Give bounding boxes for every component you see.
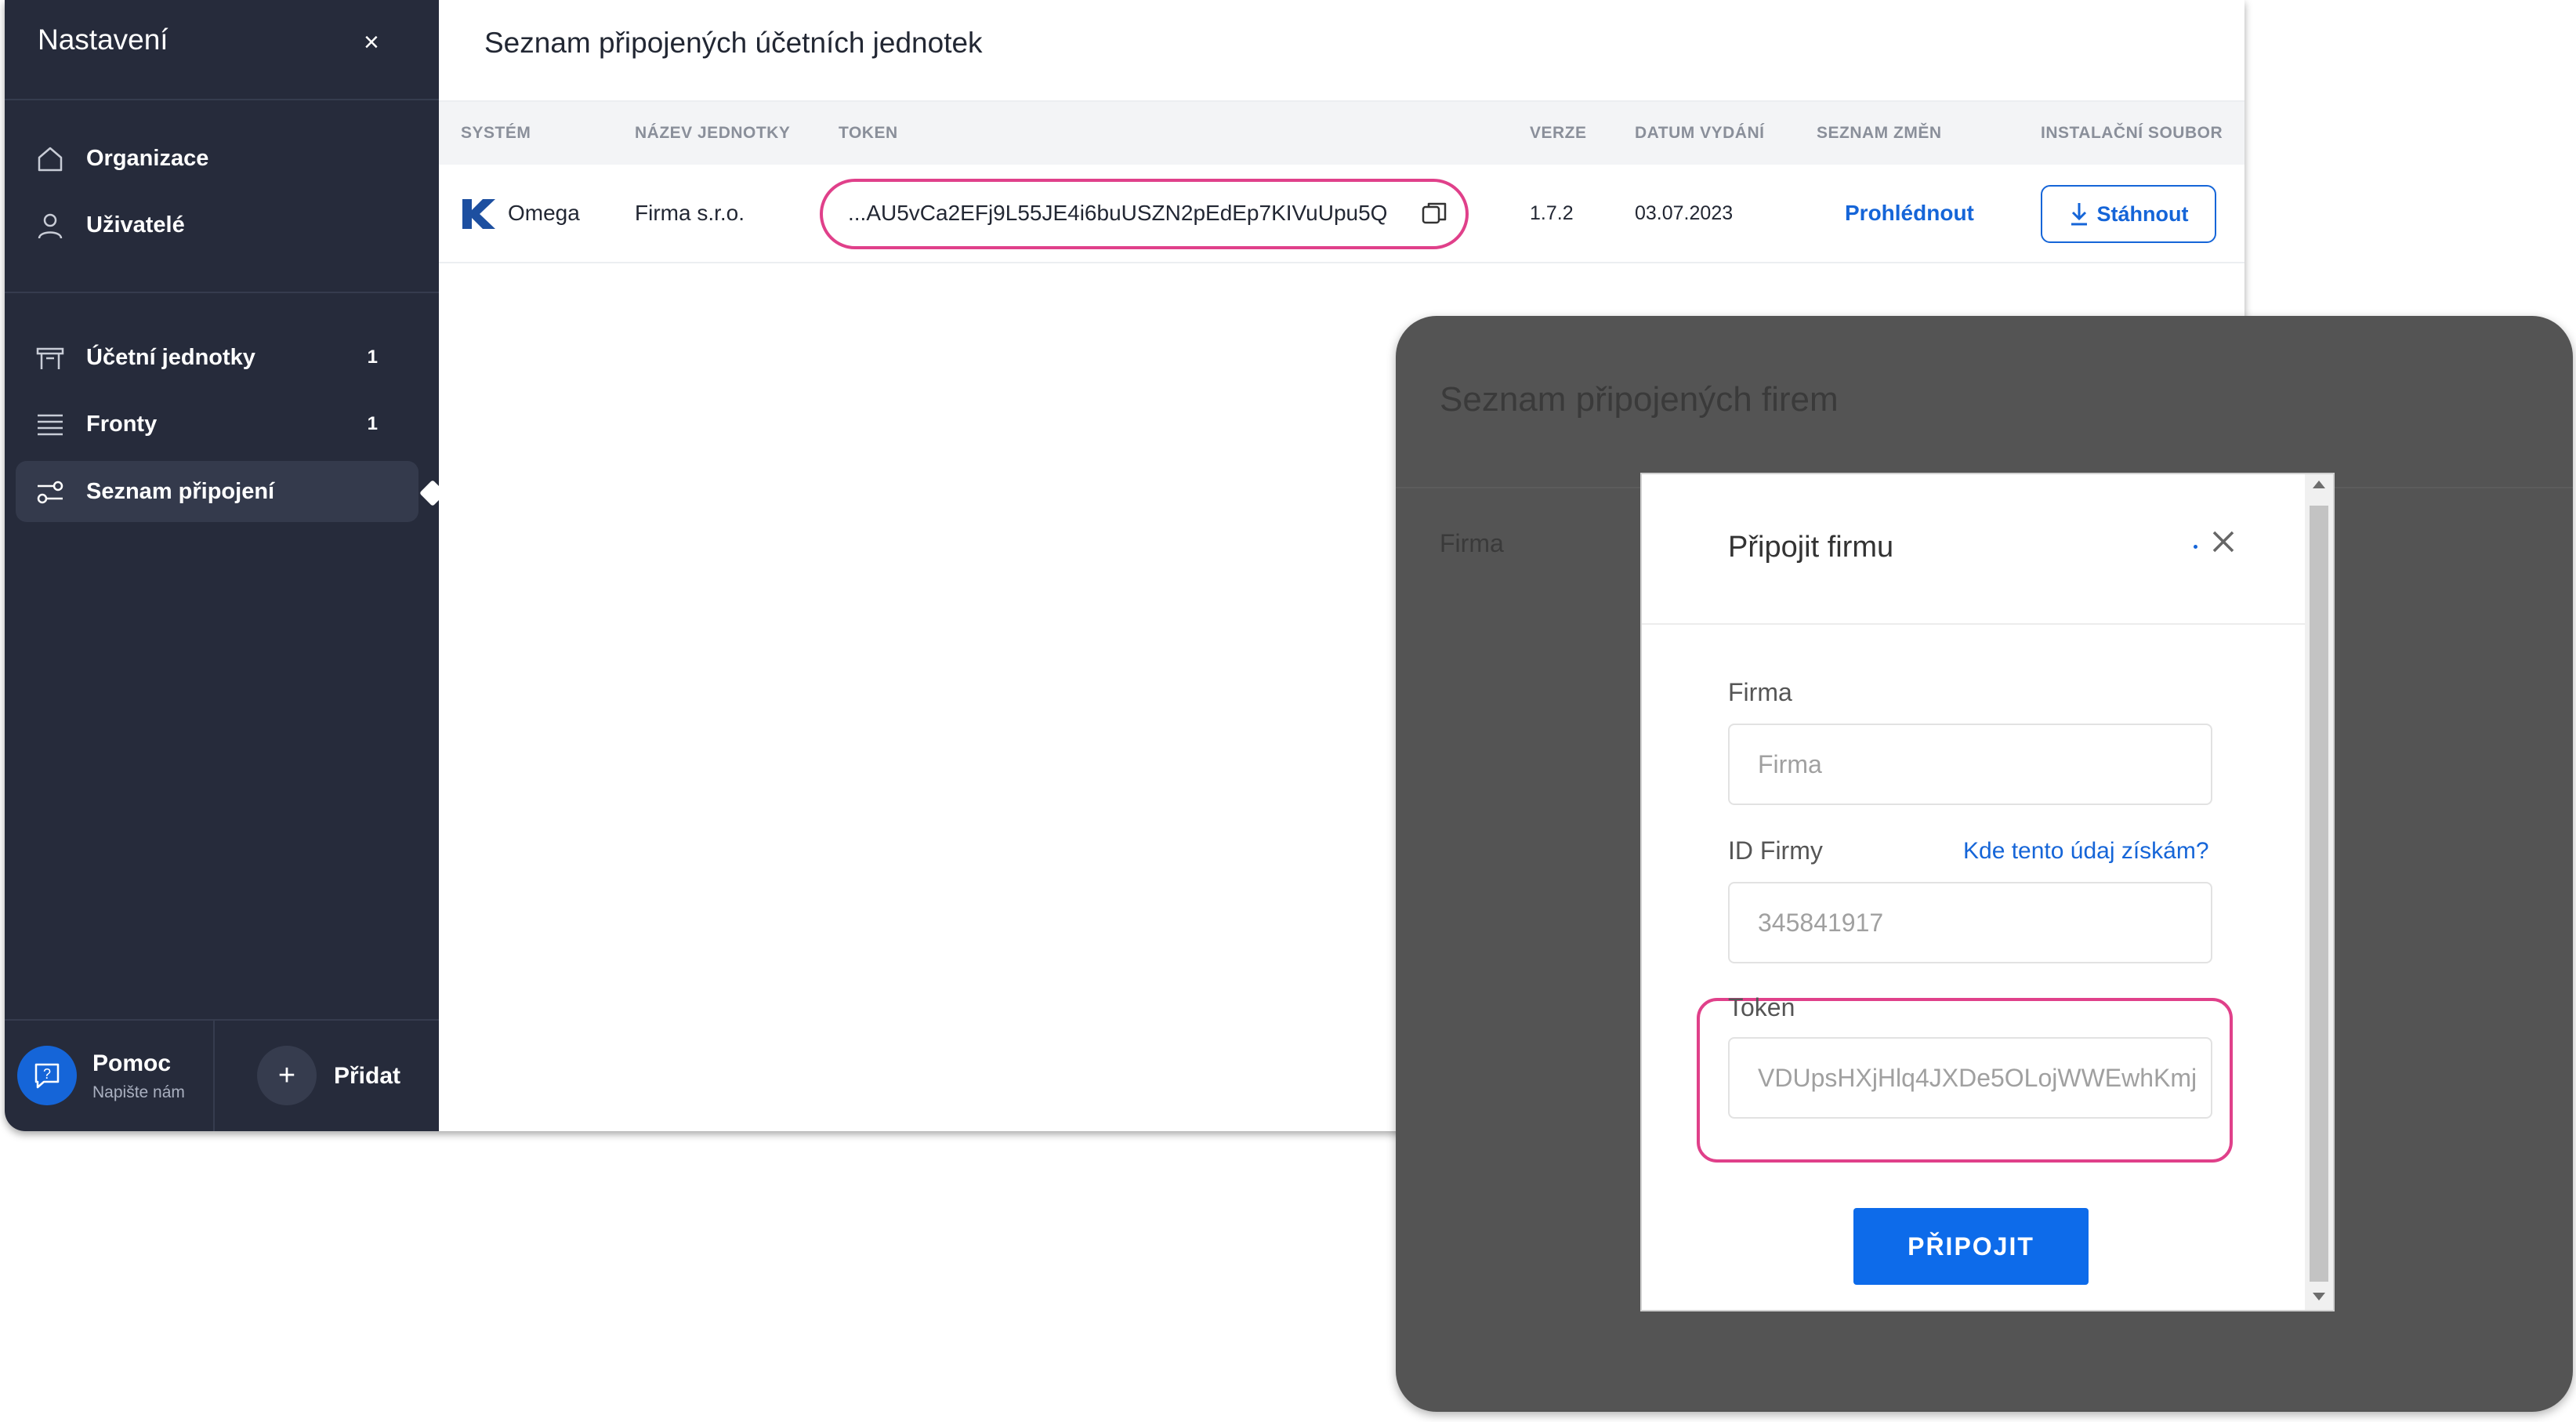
system-name: Omega (508, 201, 580, 225)
help-button[interactable]: ? (17, 1046, 77, 1105)
id-firmy-label: ID Firmy (1728, 836, 1823, 865)
footer-divider (213, 1021, 215, 1131)
sidebar-item-count: 1 (367, 346, 378, 368)
token-input[interactable]: VDUpsHXjHlq4JXDe5OLojWWEwhKmj (1728, 1037, 2212, 1119)
sidebar-title: Nastavení (38, 24, 168, 56)
sidebar: Nastavení × Organizace Uživatelé Účetní … (5, 0, 439, 1131)
sidebar-item-label: Organizace (86, 145, 209, 171)
sidebar-item-count: 1 (367, 413, 378, 434)
connect-company-modal: Připojit firmu Firma Firma ID Firmy Kde … (1640, 473, 2335, 1311)
sidebar-divider (5, 292, 439, 293)
add-label[interactable]: Přidat (334, 1063, 400, 1090)
add-button[interactable]: + (257, 1046, 317, 1105)
scroll-down-icon[interactable] (2313, 1293, 2325, 1300)
token-highlight (820, 179, 1469, 249)
version-value: 1.7.2 (1530, 202, 1574, 224)
chat-help-icon: ? (34, 1063, 60, 1089)
id-firmy-input[interactable]: 345841917 (1728, 882, 2212, 963)
sidebar-item-ucetni-jednotky[interactable]: Účetní jednotky 1 (16, 327, 418, 388)
column-header-changes: SEZNAM ZMĚN (1817, 124, 1942, 142)
sidebar-item-label: Fronty (86, 411, 158, 437)
bench-icon (36, 347, 64, 369)
column-header-system: SYSTÉM (461, 124, 531, 142)
sidebar-item-label: Účetní jednotky (86, 344, 255, 370)
scroll-thumb[interactable] (2310, 506, 2328, 1282)
column-header-version: VERZE (1530, 124, 1587, 142)
download-button[interactable]: Stáhnout (2041, 185, 2216, 243)
connect-button[interactable]: PŘIPOJIT (1853, 1208, 2089, 1285)
panel-title: Seznam připojených firem (1440, 380, 1839, 419)
sidebar-divider (5, 99, 439, 100)
svg-text:?: ? (43, 1066, 51, 1082)
close-icon[interactable] (2208, 526, 2239, 557)
modal-dot (2194, 545, 2197, 549)
modal-scrollbar[interactable] (2305, 474, 2333, 1310)
firma-input[interactable]: Firma (1728, 724, 2212, 805)
panel-column-label: Firma (1440, 529, 1504, 557)
sidebar-footer: ? Pomoc Napište nám + Přidat (5, 1019, 439, 1131)
help-title[interactable]: Pomoc (92, 1050, 171, 1077)
user-icon (38, 213, 63, 239)
sidebar-item-fronty[interactable]: Fronty 1 (16, 394, 418, 455)
list-icon (38, 414, 63, 436)
sidebar-item-organizace[interactable]: Organizace (16, 128, 418, 189)
scroll-up-icon[interactable] (2313, 481, 2325, 488)
token-label: Token (1728, 993, 1795, 1021)
modal-divider (1642, 623, 2308, 625)
release-date: 03.07.2023 (1635, 202, 1734, 224)
kros-logo-icon (461, 198, 498, 230)
view-changes-link[interactable]: Prohlédnout (1845, 201, 1974, 226)
table-header: SYSTÉM NÁZEV JEDNOTKY TOKEN VERZE DATUM … (439, 100, 2244, 165)
id-help-link[interactable]: Kde tento údaj získám? (1963, 838, 2209, 865)
column-header-name: NÁZEV JEDNOTKY (635, 124, 791, 142)
page-title: Seznam připojených účetních jednotek (484, 27, 983, 59)
column-header-install-file: INSTALAČNÍ SOUBOR (2041, 124, 2223, 142)
download-icon (2071, 203, 2087, 226)
home-icon (38, 147, 63, 172)
sidebar-item-seznam-pripojeni[interactable]: Seznam připojení (16, 461, 418, 522)
column-header-token: TOKEN (839, 124, 898, 142)
download-label: Stáhnout (2096, 201, 2189, 226)
firma-label: Firma (1728, 678, 1792, 706)
sidebar-close-button[interactable]: × (364, 24, 379, 61)
sidebar-item-uzivatele[interactable]: Uživatelé (16, 194, 418, 256)
help-subtitle: Napište nám (92, 1083, 185, 1101)
sidebar-item-label: Seznam připojení (86, 478, 275, 504)
modal-title: Připojit firmu (1728, 531, 1894, 564)
connections-icon (37, 481, 63, 504)
unit-name: Firma s.r.o. (635, 201, 745, 225)
sidebar-item-label: Uživatelé (86, 212, 185, 238)
table-row: Omega Firma s.r.o. ...AU5vCa2EFj9L55JE4i… (439, 165, 2244, 263)
companies-panel: Seznam připojených firem Firma Připojit … (1396, 316, 2573, 1412)
column-header-date: DATUM VYDÁNÍ (1635, 124, 1765, 142)
